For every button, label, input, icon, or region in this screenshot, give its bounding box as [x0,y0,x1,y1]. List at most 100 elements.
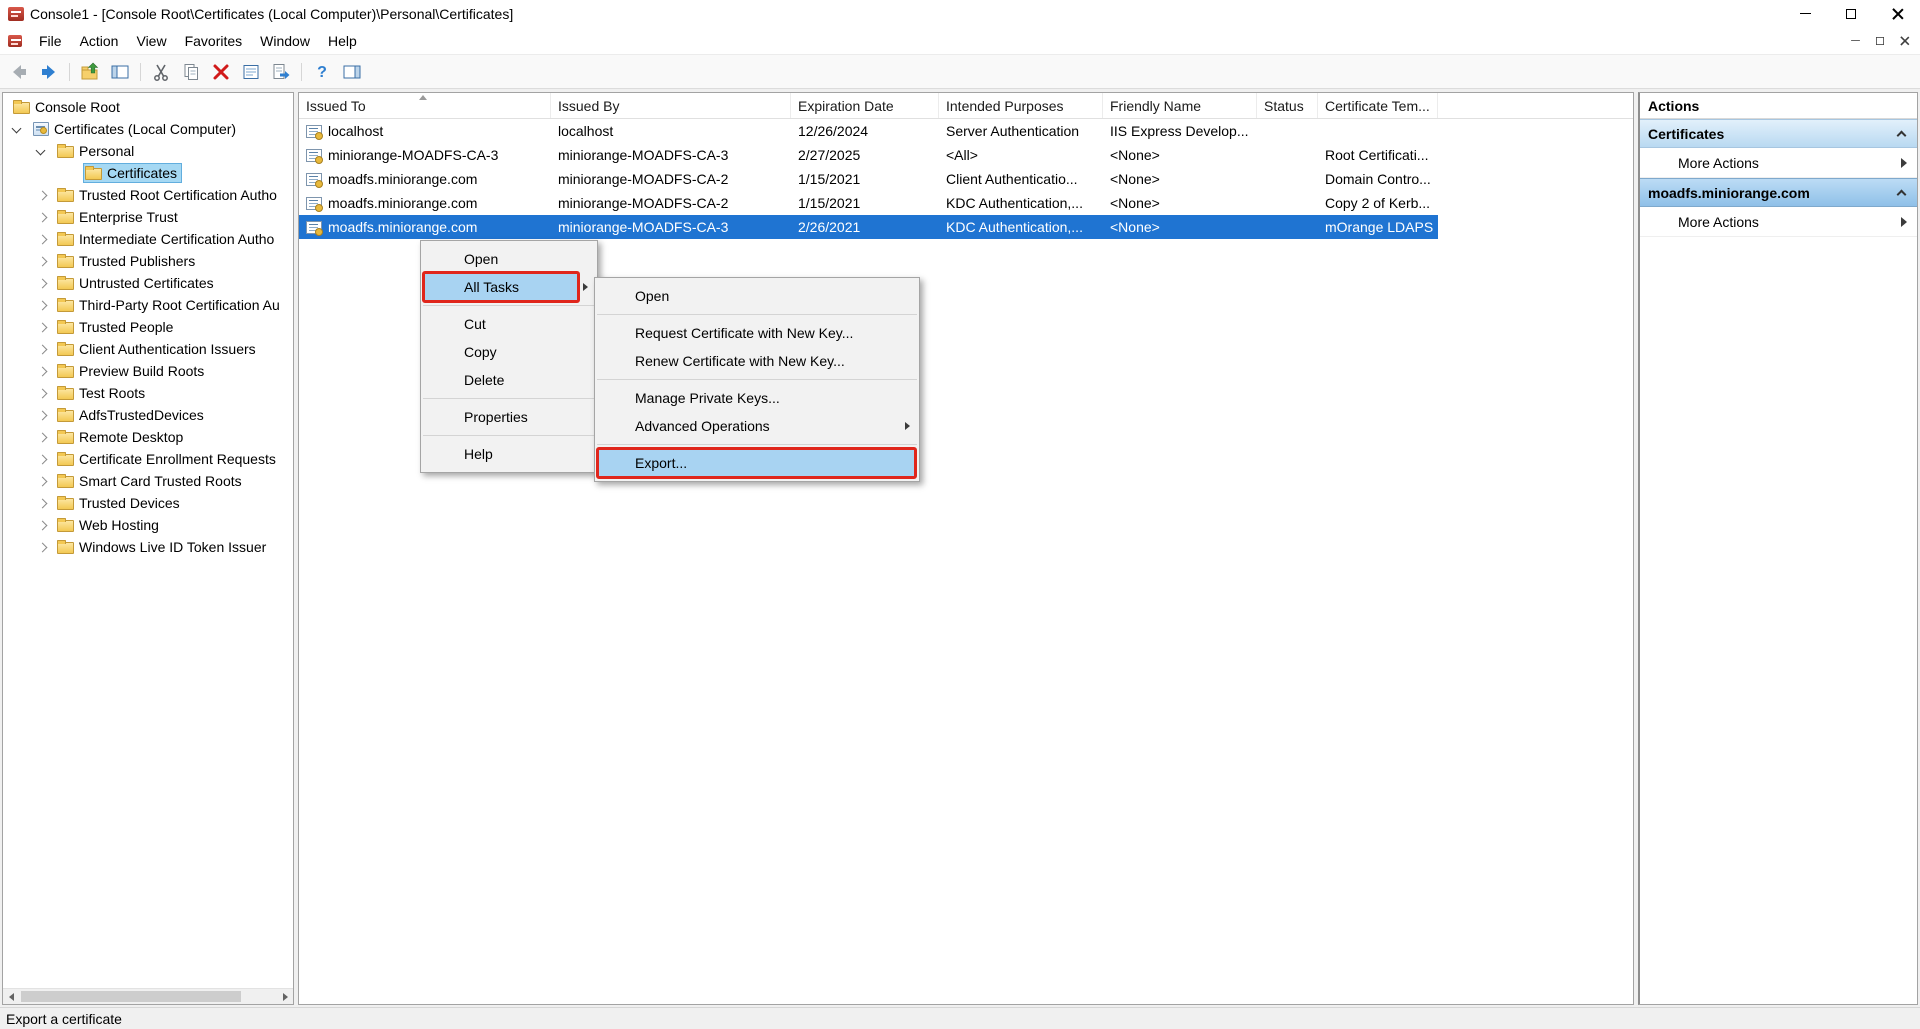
child-close-icon[interactable] [1900,36,1909,45]
certificate-row-selected[interactable]: moadfs.miniorange.com miniorange-MOADFS-… [299,215,1438,239]
copy-button[interactable] [177,59,205,85]
tree-item-web-hosting[interactable]: Web Hosting [3,514,293,536]
tree-item-client-auth-issuers[interactable]: Client Authentication Issuers [3,338,293,360]
tree-item-trusted-root[interactable]: Trusted Root Certification Autho [3,184,293,206]
expander[interactable] [11,127,33,132]
expander[interactable] [35,258,57,265]
expander[interactable] [35,149,57,154]
menu-favorites[interactable]: Favorites [176,27,252,54]
context-help[interactable]: Help [421,440,597,468]
certificate-row[interactable]: moadfs.miniorange.com miniorange-MOADFS-… [299,191,1438,215]
tree-item-third-party-root[interactable]: Third-Party Root Certification Au [3,294,293,316]
export-list-button[interactable] [267,59,295,85]
expander[interactable] [35,544,57,551]
scrollbar-thumb[interactable] [21,991,241,1002]
column-header-friendly-name[interactable]: Friendly Name [1103,93,1257,118]
tree-item-test-roots[interactable]: Test Roots [3,382,293,404]
tree-item-adfs-trusted-devices[interactable]: AdfsTrustedDevices [3,404,293,426]
menu-view[interactable]: View [127,27,175,54]
actions-section-certificates[interactable]: Certificates [1640,119,1917,148]
submenu-renew-certificate[interactable]: Renew Certificate with New Key... [595,347,919,375]
scroll-left-button[interactable] [3,989,19,1005]
tree-item-preview-build-roots[interactable]: Preview Build Roots [3,360,293,382]
expander[interactable] [35,324,57,331]
expander[interactable] [35,236,57,243]
column-header-status[interactable]: Status [1257,93,1318,118]
expander[interactable] [35,390,57,397]
show-hide-console-tree-button[interactable] [106,59,134,85]
chevron-up-icon[interactable] [1897,131,1907,141]
child-restore-icon[interactable] [1876,37,1884,45]
tree-item-windows-live-id[interactable]: Windows Live ID Token Issuer [3,536,293,558]
expander[interactable] [35,302,57,309]
column-header-issued-by[interactable]: Issued By [551,93,791,118]
delete-button[interactable] [207,59,235,85]
column-header-certificate-template[interactable]: Certificate Tem... [1318,93,1438,118]
tree-item-console-root[interactable]: Console Root [3,96,293,118]
context-properties[interactable]: Properties [421,403,597,431]
back-button[interactable] [5,59,33,85]
expander[interactable] [35,456,57,463]
submenu-export[interactable]: Export... [595,449,919,477]
tree-item-certificates-local-computer[interactable]: Certificates (Local Computer) [3,118,293,140]
tree-item-trusted-publishers[interactable]: Trusted Publishers [3,250,293,272]
certificate-row[interactable]: moadfs.miniorange.com miniorange-MOADFS-… [299,167,1438,191]
tree-horizontal-scrollbar[interactable] [3,988,293,1004]
context-open[interactable]: Open [421,245,597,273]
menu-file[interactable]: File [30,27,71,54]
scrollbar-track[interactable] [19,989,277,1004]
expander[interactable] [35,522,57,529]
expander[interactable] [35,434,57,441]
expander[interactable] [35,192,57,199]
tree-item-trusted-devices[interactable]: Trusted Devices [3,492,293,514]
maximize-button[interactable] [1828,0,1874,27]
tree-item-untrusted-certificates[interactable]: Untrusted Certificates [3,272,293,294]
menu-action[interactable]: Action [71,27,128,54]
expander[interactable] [35,478,57,485]
tree-item-personal[interactable]: Personal [3,140,293,162]
forward-button[interactable] [35,59,63,85]
expander[interactable] [35,368,57,375]
context-all-tasks[interactable]: All Tasks [421,273,597,301]
scroll-right-button[interactable] [277,989,293,1005]
help-button[interactable]: ? [308,59,336,85]
actions-section-moadfs[interactable]: moadfs.miniorange.com [1640,178,1917,207]
column-header-issued-to[interactable]: Issued To [299,93,551,118]
submenu-manage-private-keys[interactable]: Manage Private Keys... [595,384,919,412]
column-header-intended-purposes[interactable]: Intended Purposes [939,93,1103,118]
expander[interactable] [35,412,57,419]
tree-item-remote-desktop[interactable]: Remote Desktop [3,426,293,448]
tree-item-intermediate[interactable]: Intermediate Certification Autho [3,228,293,250]
forward-icon [39,62,59,82]
minimize-button[interactable] [1782,0,1828,27]
tree-item-certificates-selected[interactable]: Certificates [3,162,293,184]
up-one-level-button[interactable] [76,59,104,85]
properties-button[interactable] [237,59,265,85]
column-header-expiration-date[interactable]: Expiration Date [791,93,939,118]
tree-item-smart-card-trusted-roots[interactable]: Smart Card Trusted Roots [3,470,293,492]
chevron-up-icon[interactable] [1897,190,1907,200]
more-actions-certificates[interactable]: More Actions [1640,148,1917,178]
tree-item-trusted-people[interactable]: Trusted People [3,316,293,338]
tree-item-cert-enrollment-requests[interactable]: Certificate Enrollment Requests [3,448,293,470]
expander[interactable] [35,500,57,507]
submenu-open[interactable]: Open [595,282,919,310]
tree-item-enterprise-trust[interactable]: Enterprise Trust [3,206,293,228]
show-hide-action-pane-button[interactable] [338,59,366,85]
submenu-advanced-operations[interactable]: Advanced Operations [595,412,919,440]
context-cut[interactable]: Cut [421,310,597,338]
close-button[interactable] [1874,0,1920,27]
certificate-row[interactable]: miniorange-MOADFS-CA-3 miniorange-MOADFS… [299,143,1438,167]
certificate-row[interactable]: localhost localhost 12/26/2024 Server Au… [299,119,1438,143]
expander[interactable] [35,346,57,353]
expander[interactable] [35,280,57,287]
submenu-request-certificate[interactable]: Request Certificate with New Key... [595,319,919,347]
menu-help[interactable]: Help [319,27,366,54]
context-copy[interactable]: Copy [421,338,597,366]
expander[interactable] [35,214,57,221]
menu-window[interactable]: Window [251,27,319,54]
child-minimize-icon[interactable] [1851,40,1860,41]
context-delete[interactable]: Delete [421,366,597,394]
cut-button[interactable] [147,59,175,85]
more-actions-moadfs[interactable]: More Actions [1640,207,1917,237]
